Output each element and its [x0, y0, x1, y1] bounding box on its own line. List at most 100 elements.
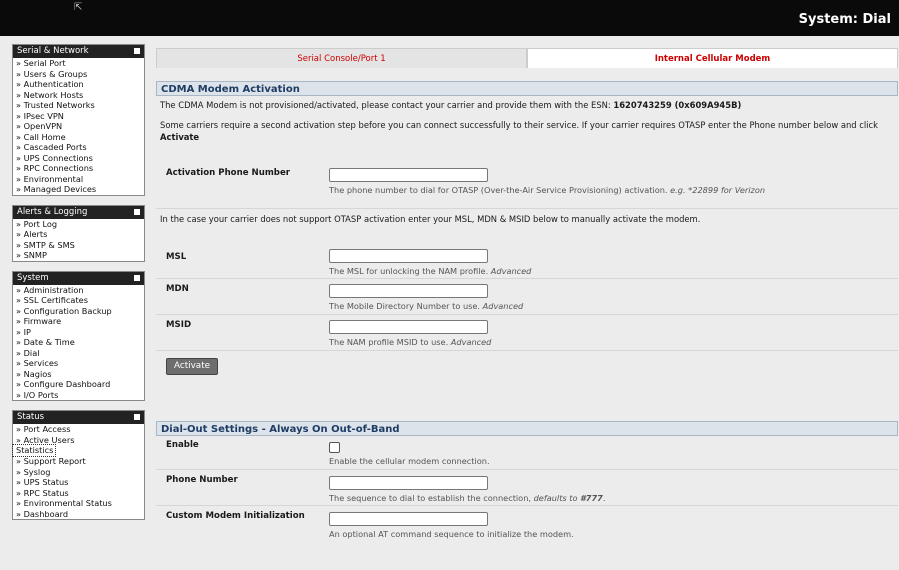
activation-phone-field: The phone number to dial for OTASP (Over… [329, 168, 765, 195]
sidebar-item-serial-port[interactable]: » Serial Port [13, 58, 144, 69]
otasp-paragraph: Some carriers require a second activatio… [156, 114, 898, 146]
sidebar-item-dial[interactable]: » Dial [13, 348, 144, 359]
enable-checkbox[interactable] [329, 442, 340, 453]
sidebar-item-configuration-backup[interactable]: » Configuration Backup [13, 306, 144, 317]
collapse-icon[interactable] [134, 48, 140, 54]
esn-value: 1620743259 (0x609A945B) [613, 100, 742, 110]
sidebar-item-port-access[interactable]: » Port Access [13, 424, 144, 435]
sidebar-item-dashboard[interactable]: » Dashboard [13, 509, 144, 520]
custom-init-input[interactable] [329, 512, 488, 526]
sidebar-item-io-ports[interactable]: » I/O Ports [13, 390, 144, 401]
esn-text: The CDMA Modem is not provisioned/activa… [160, 100, 614, 110]
msid-input[interactable] [329, 320, 488, 334]
sidebar-item-rpc-status[interactable]: » RPC Status [13, 488, 144, 499]
sidebar-item-ssl-certificates[interactable]: » SSL Certificates [13, 295, 144, 306]
sidebar-item-ip[interactable]: » IP [13, 327, 144, 338]
sidebar: Serial & Network » Serial Port » Users &… [11, 44, 145, 529]
msid-hint-advanced: Advanced [450, 337, 492, 347]
sidebar-section-header[interactable]: Status [13, 411, 144, 424]
custom-init-hint: An optional AT command sequence to initi… [329, 529, 574, 539]
manual-activation-paragraph: In the case your carrier does not suppor… [160, 214, 701, 224]
msl-hint-advanced: Advanced [490, 266, 532, 276]
sidebar-section-serial-network: Serial & Network » Serial Port » Users &… [12, 44, 145, 196]
mouse-cursor-icon: ⇱ [74, 2, 83, 13]
sidebar-item-configure-dashboard[interactable]: » Configure Dashboard [13, 379, 144, 390]
mdn-hint-advanced: Advanced [482, 301, 524, 311]
phone-number-hint-defaults: defaults to [533, 493, 581, 503]
sidebar-item-ups-connections[interactable]: » UPS Connections [13, 153, 144, 164]
phone-number-input[interactable] [329, 476, 488, 490]
sidebar-item-syslog[interactable]: » Syslog [13, 467, 144, 478]
sidebar-item-services[interactable]: » Services [13, 358, 144, 369]
activation-phone-input[interactable] [329, 168, 488, 182]
mdn-field: The Mobile Directory Number to use. Adva… [329, 284, 523, 311]
sidebar-item-date-time[interactable]: » Date & Time [13, 337, 144, 348]
tab-serial-console-port-1[interactable]: Serial Console/Port 1 [156, 48, 527, 68]
phone-number-hint-default-value: #777 [580, 493, 603, 503]
msl-hint-text: The MSL for unlocking the NAM profile. [329, 266, 491, 276]
sidebar-item-snmp[interactable]: » SNMP [13, 250, 144, 261]
sidebar-item-ipsec-vpn[interactable]: » IPsec VPN [13, 111, 144, 122]
sidebar-section-title: Status [17, 412, 45, 422]
sidebar-item-trusted-networks[interactable]: » Trusted Networks [13, 100, 144, 111]
otasp-activate-word: Activate [160, 132, 200, 142]
collapse-icon[interactable] [134, 274, 140, 281]
phone-number-hint: The sequence to dial to establish the co… [329, 493, 606, 503]
sidebar-item-environmental-status[interactable]: » Environmental Status [13, 498, 144, 509]
sidebar-item-support-report[interactable]: » Support Report [13, 456, 144, 467]
sidebar-section-title: Alerts & Logging [17, 206, 88, 217]
custom-init-field: An optional AT command sequence to initi… [329, 512, 574, 539]
phone-number-hint-end: . [602, 493, 606, 503]
main-content: Serial Console/Port 1 Internal Cellular … [156, 48, 898, 542]
enable-label: Enable [166, 440, 199, 450]
activation-phone-label: Activation Phone Number [166, 168, 291, 178]
sidebar-item-network-hosts[interactable]: » Network Hosts [13, 90, 144, 101]
sidebar-item-port-log[interactable]: » Port Log [13, 219, 144, 230]
activate-button[interactable]: Activate [166, 358, 219, 375]
page-title: System: Dial [798, 12, 891, 27]
sidebar-item-openvpn[interactable]: » OpenVPN [13, 121, 144, 132]
sidebar-section-system: System » Administration » SSL Certificat… [12, 270, 145, 401]
activation-phone-hint: The phone number to dial for OTASP (Over… [329, 185, 765, 195]
sidebar-section-alerts-logging: Alerts & Logging » Port Log » Alerts » S… [12, 204, 145, 262]
mdn-input[interactable] [329, 284, 488, 298]
collapse-icon[interactable] [134, 208, 140, 215]
sidebar-item-rpc-connections[interactable]: » RPC Connections [13, 163, 144, 174]
sidebar-section-header[interactable]: System [13, 271, 144, 285]
tab-internal-cellular-modem[interactable]: Internal Cellular Modem [527, 48, 898, 68]
phone-number-row: Phone Number The sequence to dial to est… [156, 470, 898, 506]
msid-label: MSID [166, 320, 192, 330]
activation-phone-row: Activation Phone Number The phone number… [156, 158, 898, 209]
sidebar-item-administration[interactable]: » Administration [13, 285, 144, 296]
phone-number-label: Phone Number [166, 475, 238, 485]
sidebar-item-alerts[interactable]: » Alerts [13, 229, 144, 240]
sidebar-item-users-groups[interactable]: » Users & Groups [13, 69, 144, 80]
msl-input[interactable] [329, 249, 488, 263]
mdn-hint: The Mobile Directory Number to use. Adva… [329, 301, 523, 311]
sidebar-item-call-home[interactable]: » Call Home [13, 132, 144, 143]
sidebar-section-title: Serial & Network [17, 46, 89, 56]
mdn-label: MDN [166, 284, 189, 294]
mdn-hint-text: The Mobile Directory Number to use. [329, 301, 483, 311]
tab-bar: Serial Console/Port 1 Internal Cellular … [156, 48, 898, 68]
sidebar-item-active-users[interactable]: » Active Users [13, 435, 144, 446]
sidebar-item-cascaded-ports[interactable]: » Cascaded Ports [13, 142, 144, 153]
phone-number-hint-text: The sequence to dial to establish the co… [329, 493, 534, 503]
custom-init-label: Custom Modem Initialization [166, 511, 305, 521]
enable-field: Enable the cellular modem connection. [329, 442, 490, 466]
sidebar-item-firmware[interactable]: » Firmware [13, 316, 144, 327]
sidebar-item-smtp-sms[interactable]: » SMTP & SMS [13, 240, 144, 251]
sidebar-item-nagios[interactable]: » Nagios [13, 369, 144, 380]
sidebar-item-ups-status[interactable]: » UPS Status [13, 477, 144, 488]
msl-label: MSL [166, 252, 187, 262]
collapse-icon[interactable] [134, 414, 140, 420]
mdn-row: MDN The Mobile Directory Number to use. … [156, 279, 898, 315]
sidebar-section-header[interactable]: Alerts & Logging [13, 205, 144, 219]
sidebar-item-statistics[interactable]: Statistics [11, 444, 57, 457]
msid-field: The NAM profile MSID to use. Advanced [329, 320, 491, 347]
sidebar-item-authentication[interactable]: » Authentication [13, 79, 144, 90]
sidebar-item-environmental[interactable]: » Environmental [13, 174, 144, 185]
sidebar-item-managed-devices[interactable]: » Managed Devices [13, 184, 144, 195]
sidebar-section-title: System [17, 272, 49, 283]
sidebar-section-header[interactable]: Serial & Network [13, 45, 144, 58]
